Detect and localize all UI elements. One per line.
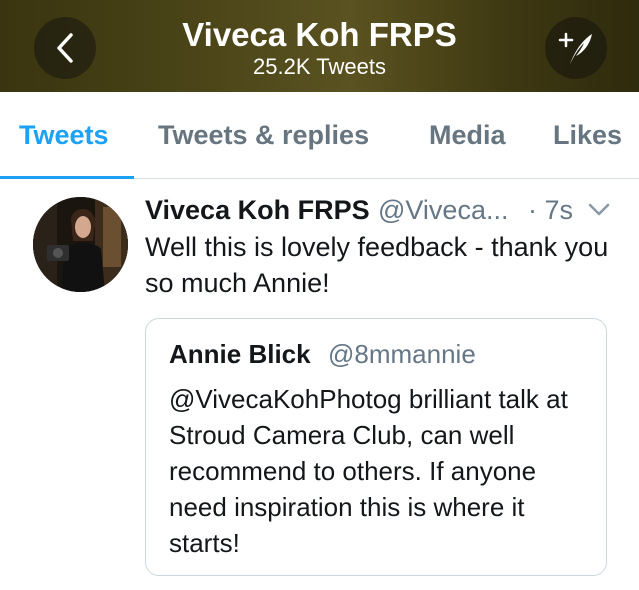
tweet-timestamp[interactable]: · 7s: [528, 194, 573, 226]
avatar[interactable]: [33, 197, 128, 292]
quoted-author-handle: @8mmannie: [328, 339, 476, 369]
tab-tweets-and-replies[interactable]: Tweets & replies: [158, 119, 369, 151]
quoted-author-name: Annie Blick: [169, 339, 311, 369]
tab-tweets[interactable]: Tweets: [19, 119, 109, 151]
avatar-image: [33, 197, 128, 292]
tweet-author-handle[interactable]: @Viveca...: [378, 194, 508, 226]
compose-tweet-icon: [558, 32, 592, 64]
quoted-tweet[interactable]: Annie Blick @8mmannie @VivecaKohPhotog b…: [145, 318, 607, 576]
tab-media[interactable]: Media: [429, 119, 506, 151]
profile-tabs: Tweets Tweets & replies Media Likes: [0, 92, 639, 179]
profile-header: Viveca Koh FRPS 25.2K Tweets: [0, 0, 639, 92]
chevron-down-icon[interactable]: [587, 202, 611, 218]
tweet-author-name[interactable]: Viveca Koh FRPS: [145, 194, 370, 226]
tweet-text: Well this is lovely feedback - thank you…: [145, 232, 609, 298]
tweet-count: 25.2K Tweets: [253, 54, 386, 79]
profile-name-title: Viveca Koh FRPS: [182, 16, 457, 53]
active-tab-indicator: [0, 176, 134, 179]
tab-likes[interactable]: Likes: [553, 119, 622, 151]
quoted-tweet-text: @VivecaKohPhotog brilliant talk at Strou…: [169, 384, 568, 558]
compose-tweet-button[interactable]: [545, 17, 607, 79]
